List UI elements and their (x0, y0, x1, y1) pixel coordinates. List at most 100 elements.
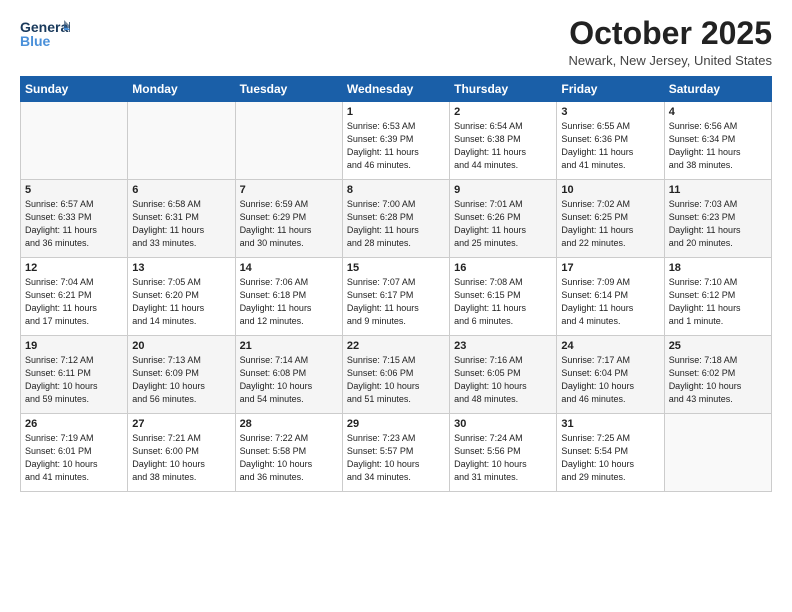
day-info: Sunrise: 7:09 AMSunset: 6:14 PMDaylight:… (561, 276, 659, 328)
day-number: 10 (561, 184, 659, 196)
calendar-cell: 26 Sunrise: 7:19 AMSunset: 6:01 PMDayligh… (21, 414, 128, 492)
day-number: 21 (240, 340, 338, 352)
calendar-cell: 14 Sunrise: 7:06 AMSunset: 6:18 PMDayligh… (235, 258, 342, 336)
logo-icon: General Blue (20, 16, 70, 50)
calendar-cell: 22Sunrise: 7:15 AMSunset: 6:06 PMDayligh… (342, 336, 449, 414)
calendar-cell: 16Sunrise: 7:08 AMSunset: 6:15 PMDayligh… (450, 258, 557, 336)
calendar-cell: 27Sunrise: 7:21 AMSunset: 6:00 PMDayligh… (128, 414, 235, 492)
calendar-cell: 29 Sunrise: 7:23 AMSunset: 5:57 PMDayligh… (342, 414, 449, 492)
day-number: 3 (561, 106, 659, 118)
calendar-week-3: 19Sunrise: 7:12 AMSunset: 6:11 PMDayligh… (21, 336, 772, 414)
day-info: Sunrise: 6:59 AMSunset: 6:29 PMDaylight:… (240, 198, 338, 250)
day-info: Sunrise: 7:04 AMSunset: 6:21 PMDaylight:… (25, 276, 123, 328)
day-number: 12 (25, 262, 123, 274)
calendar-cell: 19Sunrise: 7:12 AMSunset: 6:11 PMDayligh… (21, 336, 128, 414)
calendar-header-row: Sunday Monday Tuesday Wednesday Thursday… (21, 77, 772, 102)
day-info: Sunrise: 7:22 AMSunset: 5:58 PMDaylight:… (240, 432, 338, 484)
calendar-week-4: 26 Sunrise: 7:19 AMSunset: 6:01 PMDayligh… (21, 414, 772, 492)
calendar-cell: 23 Sunrise: 7:16 AMSunset: 6:05 PMDayligh… (450, 336, 557, 414)
day-info: Sunrise: 6:53 AMSunset: 6:39 PMDaylight:… (347, 120, 445, 172)
day-number: 28 (240, 418, 338, 430)
calendar-cell (128, 102, 235, 180)
calendar-cell: 13 Sunrise: 7:05 AMSunset: 6:20 PMDayligh… (128, 258, 235, 336)
day-info: Sunrise: 7:02 AMSunset: 6:25 PMDaylight:… (561, 198, 659, 250)
location: Newark, New Jersey, United States (569, 53, 773, 68)
calendar-cell: 3 Sunrise: 6:55 AMSunset: 6:36 PMDaylight… (557, 102, 664, 180)
svg-text:Blue: Blue (20, 33, 51, 49)
calendar-cell: 15Sunrise: 7:07 AMSunset: 6:17 PMDayligh… (342, 258, 449, 336)
day-info: Sunrise: 7:24 AMSunset: 5:56 PMDaylight:… (454, 432, 552, 484)
day-number: 18 (669, 262, 767, 274)
calendar-cell: 5Sunrise: 6:57 AMSunset: 6:33 PMDaylight… (21, 180, 128, 258)
day-number: 9 (454, 184, 552, 196)
calendar-cell: 24Sunrise: 7:17 AMSunset: 6:04 PMDayligh… (557, 336, 664, 414)
calendar-table: Sunday Monday Tuesday Wednesday Thursday… (20, 76, 772, 492)
calendar-cell: 10 Sunrise: 7:02 AMSunset: 6:25 PMDayligh… (557, 180, 664, 258)
calendar-cell: 31 Sunrise: 7:25 AMSunset: 5:54 PMDayligh… (557, 414, 664, 492)
day-number: 29 (347, 418, 445, 430)
day-number: 25 (669, 340, 767, 352)
calendar-cell (664, 414, 771, 492)
day-info: Sunrise: 6:57 AMSunset: 6:33 PMDaylight:… (25, 198, 123, 250)
day-info: Sunrise: 7:19 AMSunset: 6:01 PMDaylight:… (25, 432, 123, 484)
calendar-cell: 9 Sunrise: 7:01 AMSunset: 6:26 PMDaylight… (450, 180, 557, 258)
calendar-cell: 12 Sunrise: 7:04 AMSunset: 6:21 PMDayligh… (21, 258, 128, 336)
calendar-cell: 11Sunrise: 7:03 AMSunset: 6:23 PMDayligh… (664, 180, 771, 258)
day-info: Sunrise: 7:14 AMSunset: 6:08 PMDaylight:… (240, 354, 338, 406)
day-number: 8 (347, 184, 445, 196)
day-number: 23 (454, 340, 552, 352)
day-number: 6 (132, 184, 230, 196)
calendar-cell: 30 Sunrise: 7:24 AMSunset: 5:56 PMDayligh… (450, 414, 557, 492)
col-tuesday: Tuesday (235, 77, 342, 102)
day-info: Sunrise: 6:58 AMSunset: 6:31 PMDaylight:… (132, 198, 230, 250)
day-info: Sunrise: 7:05 AMSunset: 6:20 PMDaylight:… (132, 276, 230, 328)
calendar-cell: 6 Sunrise: 6:58 AMSunset: 6:31 PMDaylight… (128, 180, 235, 258)
day-number: 13 (132, 262, 230, 274)
col-sunday: Sunday (21, 77, 128, 102)
day-number: 31 (561, 418, 659, 430)
day-number: 19 (25, 340, 123, 352)
day-info: Sunrise: 6:54 AMSunset: 6:38 PMDaylight:… (454, 120, 552, 172)
day-info: Sunrise: 7:13 AMSunset: 6:09 PMDaylight:… (132, 354, 230, 406)
day-number: 14 (240, 262, 338, 274)
calendar-cell: 4Sunrise: 6:56 AMSunset: 6:34 PMDaylight… (664, 102, 771, 180)
calendar-week-1: 5Sunrise: 6:57 AMSunset: 6:33 PMDaylight… (21, 180, 772, 258)
day-number: 30 (454, 418, 552, 430)
calendar-cell: 18 Sunrise: 7:10 AMSunset: 6:12 PMDayligh… (664, 258, 771, 336)
day-number: 7 (240, 184, 338, 196)
day-number: 26 (25, 418, 123, 430)
col-monday: Monday (128, 77, 235, 102)
day-info: Sunrise: 7:15 AMSunset: 6:06 PMDaylight:… (347, 354, 445, 406)
calendar-week-2: 12 Sunrise: 7:04 AMSunset: 6:21 PMDayligh… (21, 258, 772, 336)
day-number: 4 (669, 106, 767, 118)
day-info: Sunrise: 7:16 AMSunset: 6:05 PMDaylight:… (454, 354, 552, 406)
month-title: October 2025 (569, 16, 773, 51)
day-number: 17 (561, 262, 659, 274)
calendar-cell: 1Sunrise: 6:53 AMSunset: 6:39 PMDaylight… (342, 102, 449, 180)
day-info: Sunrise: 7:01 AMSunset: 6:26 PMDaylight:… (454, 198, 552, 250)
day-info: Sunrise: 7:10 AMSunset: 6:12 PMDaylight:… (669, 276, 767, 328)
calendar-cell: 7 Sunrise: 6:59 AMSunset: 6:29 PMDaylight… (235, 180, 342, 258)
day-number: 15 (347, 262, 445, 274)
title-area: October 2025 Newark, New Jersey, United … (569, 16, 773, 68)
calendar-cell: 20Sunrise: 7:13 AMSunset: 6:09 PMDayligh… (128, 336, 235, 414)
day-info: Sunrise: 7:25 AMSunset: 5:54 PMDaylight:… (561, 432, 659, 484)
page-header: General Blue October 2025 Newark, New Je… (20, 16, 772, 68)
day-info: Sunrise: 7:06 AMSunset: 6:18 PMDaylight:… (240, 276, 338, 328)
calendar-cell: 28 Sunrise: 7:22 AMSunset: 5:58 PMDayligh… (235, 414, 342, 492)
calendar-cell: 25Sunrise: 7:18 AMSunset: 6:02 PMDayligh… (664, 336, 771, 414)
col-friday: Friday (557, 77, 664, 102)
day-info: Sunrise: 7:23 AMSunset: 5:57 PMDaylight:… (347, 432, 445, 484)
col-saturday: Saturday (664, 77, 771, 102)
day-info: Sunrise: 6:55 AMSunset: 6:36 PMDaylight:… (561, 120, 659, 172)
day-number: 11 (669, 184, 767, 196)
day-info: Sunrise: 7:17 AMSunset: 6:04 PMDaylight:… (561, 354, 659, 406)
col-thursday: Thursday (450, 77, 557, 102)
calendar-cell: 17 Sunrise: 7:09 AMSunset: 6:14 PMDayligh… (557, 258, 664, 336)
calendar-week-0: 1Sunrise: 6:53 AMSunset: 6:39 PMDaylight… (21, 102, 772, 180)
calendar-cell: 21 Sunrise: 7:14 AMSunset: 6:08 PMDayligh… (235, 336, 342, 414)
day-number: 27 (132, 418, 230, 430)
logo: General Blue (20, 16, 70, 50)
calendar-cell: 8Sunrise: 7:00 AMSunset: 6:28 PMDaylight… (342, 180, 449, 258)
col-wednesday: Wednesday (342, 77, 449, 102)
